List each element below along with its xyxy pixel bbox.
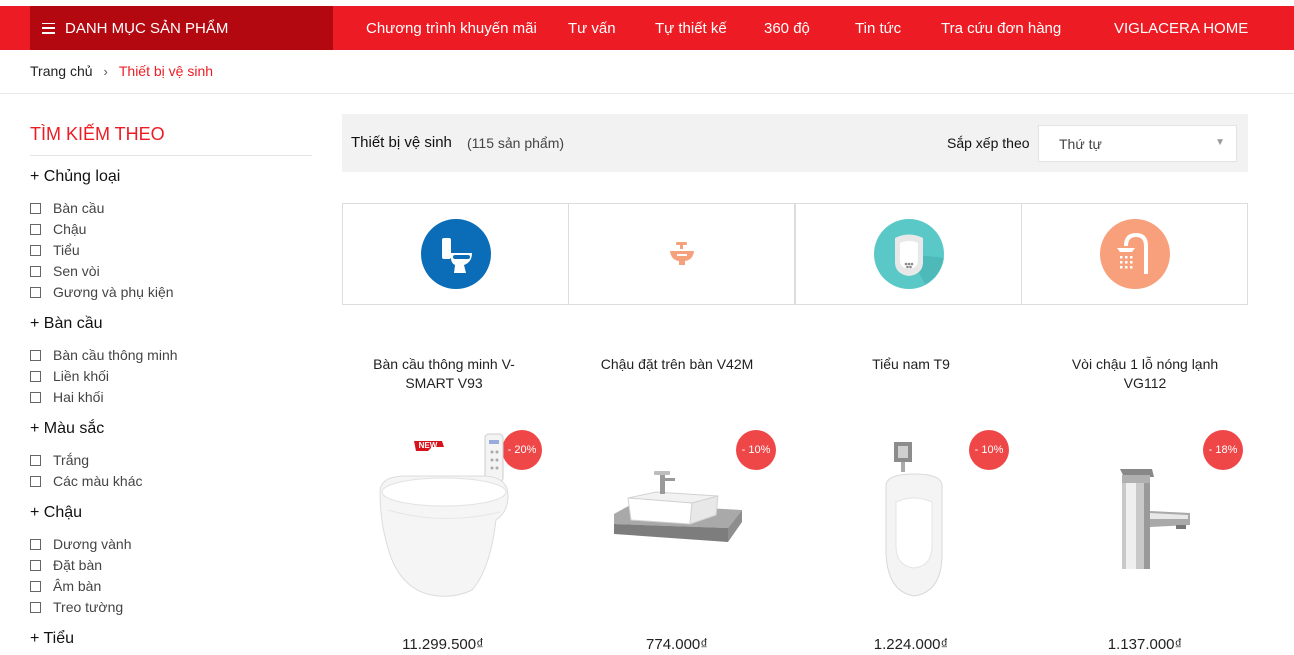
checkbox[interactable] xyxy=(30,580,41,592)
category-tile-basin[interactable] xyxy=(568,203,795,305)
filter-option[interactable]: Đặt bàn xyxy=(30,557,102,573)
discount-badge: - 10% xyxy=(969,430,1009,470)
discount-badge: - 18% xyxy=(1203,430,1243,470)
checkbox[interactable] xyxy=(30,370,41,382)
sort-select[interactable]: Thứ tự ▼ xyxy=(1038,125,1237,162)
checkbox[interactable] xyxy=(30,538,41,550)
product-price: 774.000₫ xyxy=(646,636,708,653)
filter-option[interactable]: Bàn cầu thông minh xyxy=(30,347,178,363)
top-nav: DANH MỤC SẢN PHẨM Chương trình khuyến mã… xyxy=(0,6,1294,50)
category-tile-urinal[interactable] xyxy=(795,203,1022,305)
checkbox[interactable] xyxy=(30,223,41,235)
nav-promotions[interactable]: Chương trình khuyến mãi xyxy=(366,6,537,50)
product-name[interactable]: Tiểu nam T9 xyxy=(831,355,991,374)
product-image-faucet[interactable] xyxy=(1114,467,1194,571)
breadcrumb-separator: › xyxy=(103,63,108,79)
nav-news[interactable]: Tin tức xyxy=(855,6,901,50)
breadcrumb: Trang chủ › Thiết bị vệ sinh xyxy=(30,63,213,79)
new-label: NEW xyxy=(419,441,438,450)
filter-option[interactable]: Chậu xyxy=(30,221,86,237)
checkbox[interactable] xyxy=(30,601,41,613)
nav-self-design[interactable]: Tự thiết kế xyxy=(655,6,727,50)
filter-group-basin[interactable]: + Chậu xyxy=(30,504,82,522)
filter-option[interactable]: Sen vòi xyxy=(30,263,100,279)
listing-title: Thiết bị vệ sinh xyxy=(351,134,452,151)
product-name[interactable]: Vòi chậu 1 lỗ nóng lạnh VG112 xyxy=(1065,355,1225,393)
urinal-icon xyxy=(873,219,944,289)
filter-option[interactable]: Dương vành xyxy=(30,536,131,552)
category-menu-label: DANH MỤC SẢN PHẨM xyxy=(65,19,229,37)
filter-group-toilet[interactable]: + Bàn cầu xyxy=(30,315,103,333)
sort-label: Sắp xếp theo xyxy=(947,135,1030,151)
nav-viglacera-home[interactable]: VIGLACERA HOME xyxy=(1114,6,1248,50)
divider xyxy=(0,93,1294,94)
listing-count: (115 sản phẩm) xyxy=(467,135,565,151)
hamburger-icon xyxy=(42,22,55,34)
nav-360[interactable]: 360 độ xyxy=(764,6,810,50)
filter-option[interactable]: Gương và phụ kiện xyxy=(30,284,174,300)
discount-badge: - 10% xyxy=(736,430,776,470)
listing-header: Thiết bị vệ sinh (115 sản phẩm) Sắp xếp … xyxy=(342,114,1248,172)
filter-option[interactable]: Hai khối xyxy=(30,389,104,405)
category-menu-button[interactable]: DANH MỤC SẢN PHẨM xyxy=(30,6,333,50)
checkbox[interactable] xyxy=(30,391,41,403)
product-image-urinal[interactable] xyxy=(880,442,948,598)
filter-title: TÌM KIẾM THEO xyxy=(30,124,165,144)
filter-option[interactable]: Trắng xyxy=(30,452,89,468)
checkbox[interactable] xyxy=(30,454,41,466)
checkbox[interactable] xyxy=(30,349,41,361)
product-name[interactable]: Chậu đặt trên bàn V42M xyxy=(597,355,757,374)
filter-option[interactable]: Âm bàn xyxy=(30,578,101,594)
product-image-smart-toilet[interactable]: NEW xyxy=(372,430,518,602)
category-tile-toilet[interactable] xyxy=(342,203,569,305)
filter-group-color[interactable]: + Màu sắc xyxy=(30,420,104,438)
product-price: 11.299.500₫ xyxy=(402,636,484,653)
category-tile-shower[interactable] xyxy=(1021,203,1248,305)
filter-option[interactable]: Các màu khác xyxy=(30,473,142,489)
sort-value: Thứ tự xyxy=(1059,135,1102,152)
filter-option[interactable]: Tiểu xyxy=(30,242,80,258)
basin-icon xyxy=(669,242,694,265)
product-price: 1.224.000₫ xyxy=(873,636,949,653)
nav-order-lookup[interactable]: Tra cứu đơn hàng xyxy=(941,6,1061,50)
filter-option[interactable]: Bàn cầu xyxy=(30,200,104,216)
toilet-icon xyxy=(420,219,491,289)
breadcrumb-current: Thiết bị vệ sinh xyxy=(118,63,214,79)
breadcrumb-home-link[interactable]: Trang chủ xyxy=(30,63,93,79)
checkbox[interactable] xyxy=(30,559,41,571)
filter-option[interactable]: Treo tường xyxy=(30,599,123,615)
nav-consulting[interactable]: Tư vấn xyxy=(568,6,616,50)
filter-option[interactable]: Liền khối xyxy=(30,368,109,384)
caret-down-icon: ▼ xyxy=(1215,137,1225,148)
shower-icon xyxy=(1099,219,1170,289)
checkbox[interactable] xyxy=(30,244,41,256)
divider xyxy=(30,155,312,156)
filter-group-type[interactable]: + Chủng loại xyxy=(30,168,120,186)
product-price: 1.137.000₫ xyxy=(1107,636,1183,653)
checkbox[interactable] xyxy=(30,286,41,298)
product-image-basin[interactable] xyxy=(614,468,742,550)
checkbox[interactable] xyxy=(30,265,41,277)
filter-group-urinal[interactable]: + Tiểu xyxy=(30,630,74,648)
checkbox[interactable] xyxy=(30,475,41,487)
product-name[interactable]: Bàn cầu thông minh V-SMART V93 xyxy=(364,355,524,393)
checkbox[interactable] xyxy=(30,202,41,214)
